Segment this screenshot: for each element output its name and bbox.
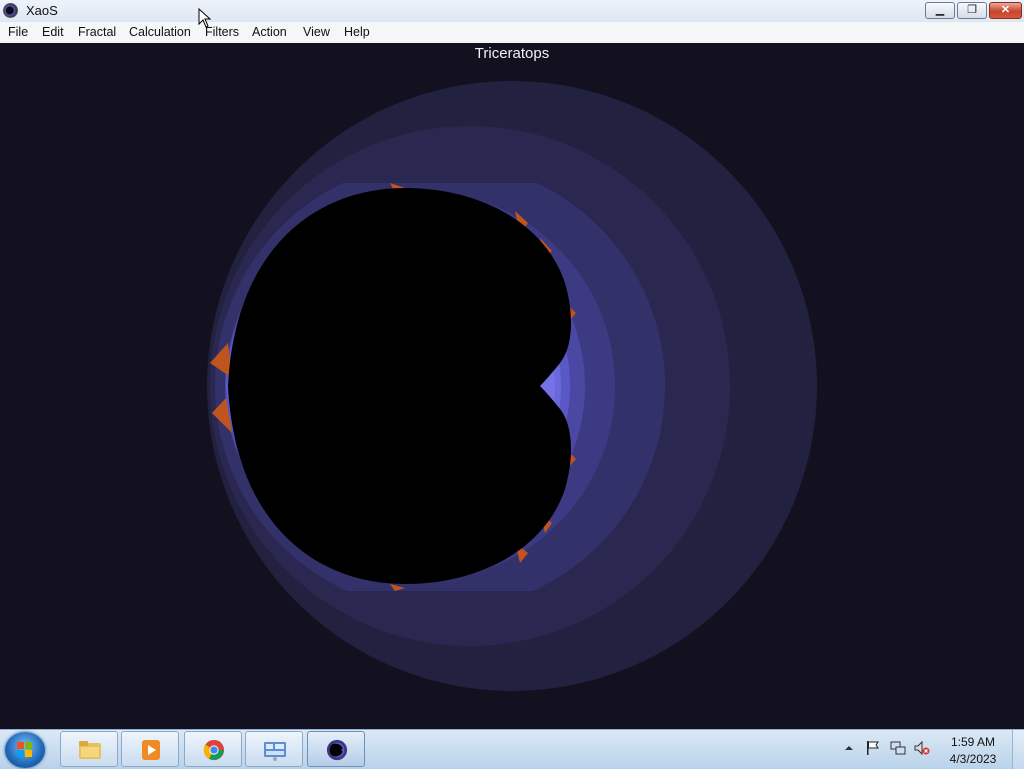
chrome-icon xyxy=(203,739,225,761)
volume-muted-icon[interactable] xyxy=(914,740,930,756)
menu-help[interactable]: Help xyxy=(344,25,370,39)
media-player-icon xyxy=(142,740,160,760)
clock-date[interactable]: 4/3/2023 xyxy=(940,752,1006,766)
control-panel-icon xyxy=(264,742,286,761)
fractal-interior xyxy=(228,188,572,584)
xaos-icon xyxy=(326,739,348,761)
show-hidden-icons-icon[interactable] xyxy=(843,742,855,754)
menu-calculation[interactable]: Calculation xyxy=(129,25,191,39)
minimize-icon: ▁ xyxy=(935,4,945,16)
action-center-flag-icon[interactable] xyxy=(865,740,881,756)
menu-fractal[interactable]: Fractal xyxy=(78,25,116,39)
taskbar-chrome[interactable] xyxy=(184,731,242,767)
menu-action[interactable]: Action xyxy=(252,25,287,39)
clock-time[interactable]: 1:59 AM xyxy=(940,735,1006,749)
fractal-name: Triceratops xyxy=(474,45,550,62)
fractal-canvas[interactable]: Triceratops xyxy=(0,43,1024,729)
menu-view[interactable]: View xyxy=(303,25,330,39)
folder-icon xyxy=(79,741,101,759)
window-title: XaoS xyxy=(26,3,58,18)
taskbar-media-player[interactable] xyxy=(121,731,179,767)
xaos-app-icon[interactable] xyxy=(3,3,18,18)
fractal-image xyxy=(207,81,817,691)
taskbar-file-explorer[interactable] xyxy=(60,731,118,767)
taskbar-xaos[interactable] xyxy=(307,731,365,767)
show-desktop-button[interactable] xyxy=(1012,730,1024,769)
menu-file[interactable]: File xyxy=(8,25,28,39)
windows-start-icon xyxy=(17,742,33,758)
window-title-bar[interactable]: XaoS ▁ ❐ ✕ xyxy=(0,0,1024,23)
minimize-button[interactable]: ▁ xyxy=(925,2,955,19)
close-button[interactable]: ✕ xyxy=(989,2,1022,19)
start-button[interactable] xyxy=(5,732,45,768)
restore-icon: ❐ xyxy=(967,4,977,16)
maximize-button[interactable]: ❐ xyxy=(957,2,987,19)
network-icon[interactable] xyxy=(890,740,906,756)
menu-edit[interactable]: Edit xyxy=(42,25,64,39)
close-icon: ✕ xyxy=(1000,4,1011,16)
menu-bar: File Edit Fractal Calculation Filters Ac… xyxy=(0,22,1024,44)
taskbar-control-panel[interactable] xyxy=(245,731,303,767)
taskbar: 1:59 AM 4/3/2023 xyxy=(0,729,1024,769)
mouse-cursor-icon xyxy=(198,8,212,28)
